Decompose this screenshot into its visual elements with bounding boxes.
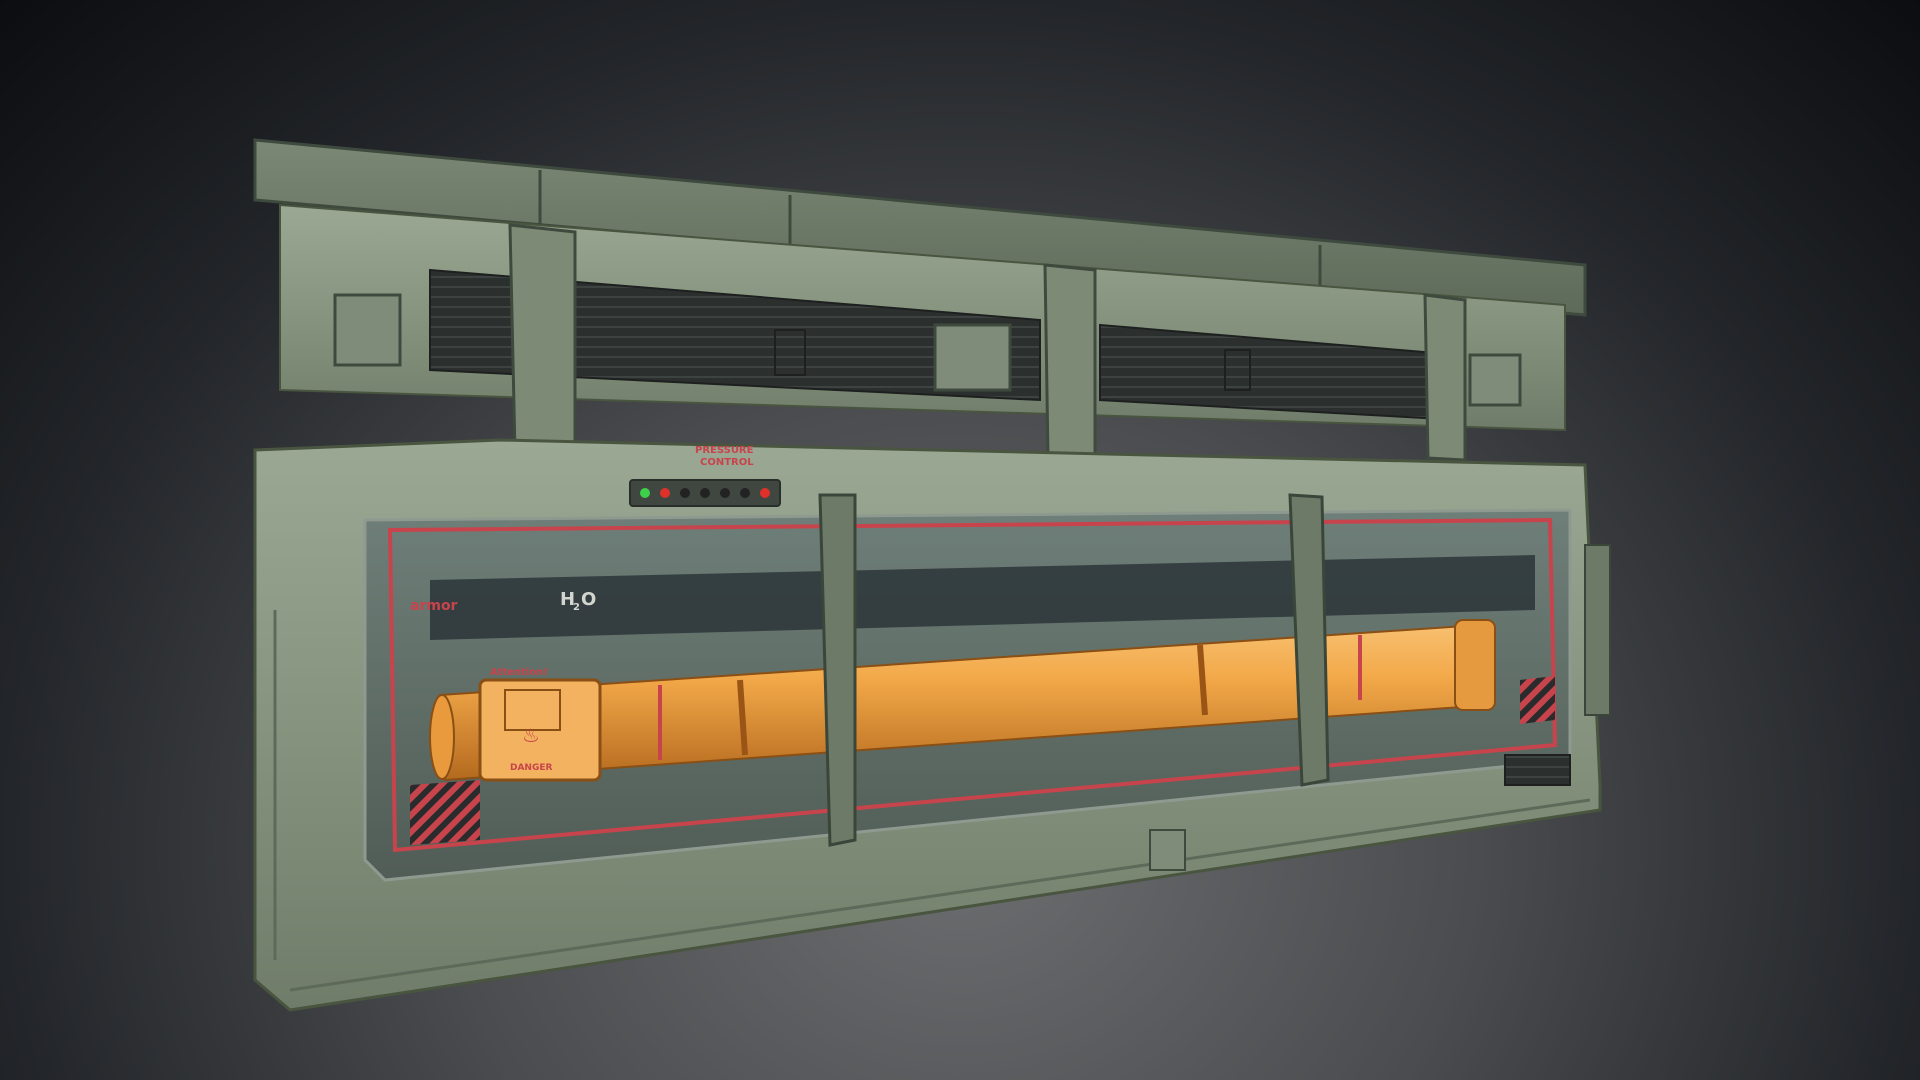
panel-led <box>720 488 730 498</box>
hatch-1 <box>333 293 402 367</box>
brace-1 <box>508 223 577 457</box>
lower-hatch <box>1149 829 1186 871</box>
pressure-control-label: PRESSURE CONTROL <box>695 445 754 468</box>
tube-canister: ♨ DANGER <box>478 678 602 782</box>
svg-text:2: 2 <box>573 602 580 613</box>
attention-decal: Attention! <box>490 667 548 678</box>
svg-text:CONTROL: CONTROL <box>700 457 754 468</box>
brace-3 <box>1423 293 1467 462</box>
render-scene: PRESSURE CONTROL ♨ DANGER armor H 2 O At… <box>253 138 1611 1012</box>
brace-2 <box>1043 263 1097 462</box>
flame-icon: ♨ <box>522 723 540 747</box>
panel-led <box>740 488 750 498</box>
svg-text:O: O <box>581 589 596 610</box>
control-panel <box>629 479 781 507</box>
hatch-2 <box>933 323 1012 392</box>
hatch-3 <box>1468 353 1522 407</box>
small-vent-2 <box>1224 349 1251 391</box>
hazard-stripe-right <box>1520 676 1555 724</box>
armor-decal: armor <box>410 598 458 614</box>
panel-led <box>640 488 650 498</box>
panel-led <box>760 488 770 498</box>
svg-text:PRESSURE: PRESSURE <box>695 445 754 456</box>
small-vent-1 <box>774 329 806 376</box>
hazard-stripe-left <box>410 780 480 845</box>
side-panel-right <box>1584 544 1611 716</box>
panel-led <box>700 488 710 498</box>
panel-led <box>660 488 670 498</box>
panel-led <box>680 488 690 498</box>
svg-text:DANGER: DANGER <box>510 763 553 773</box>
lower-vent <box>1504 754 1571 786</box>
